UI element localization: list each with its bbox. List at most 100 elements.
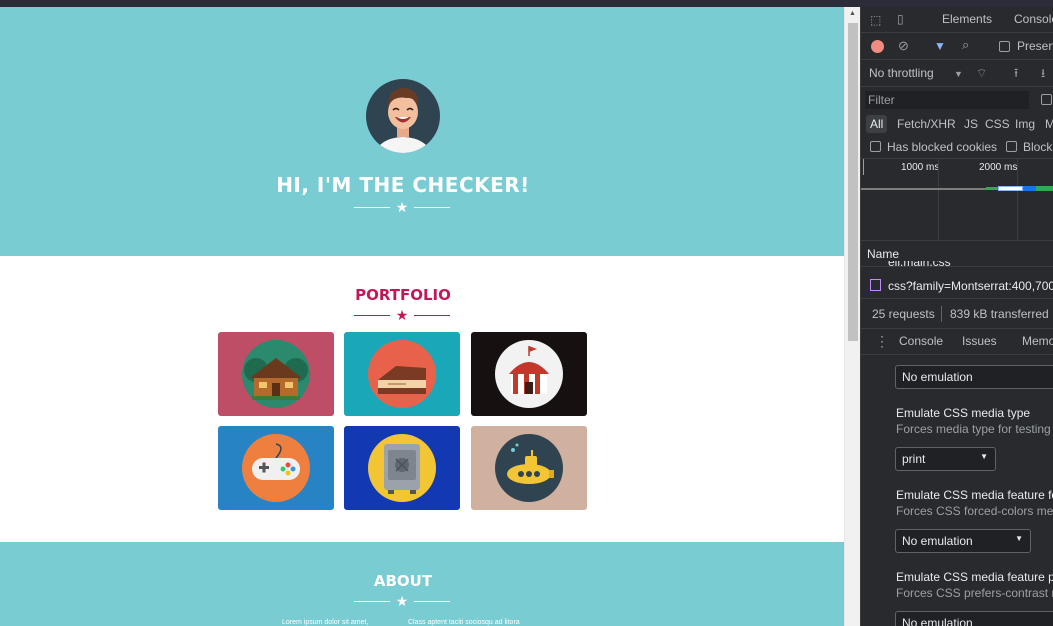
waterfall-bar (861, 188, 986, 190)
blocked-requests-label: Block (1023, 140, 1053, 154)
timeline-tick-1000: 1000 ms (901, 162, 940, 173)
type-js[interactable]: JS (964, 117, 978, 131)
clear-icon[interactable]: ⊘ (898, 39, 909, 53)
throttling-select[interactable]: No throttling (869, 66, 934, 80)
portfolio-tile-game-controller[interactable] (218, 426, 334, 510)
devtools-panel: ⬚ ▯ Elements Console ⊘ ▼ ⌕ Preserv No th… (860, 7, 1053, 626)
about-text-left: Lorem ipsum dolor sit amet, (282, 619, 369, 626)
type-css[interactable]: CSS (985, 117, 1010, 131)
hero-divider: ★ (354, 199, 450, 215)
type-media[interactable]: M (1045, 117, 1053, 131)
page-viewport: HI, I'M THE CHECKER! ★ PORTFOLIO ★ ABOUT… (0, 7, 844, 626)
blocked-filters: Has blocked cookies Block (861, 137, 1053, 159)
portfolio-tile-safe[interactable] (344, 426, 460, 510)
about-section: ABOUT ★ Lorem ipsum dolor sit amet, Clas… (0, 542, 844, 626)
device-toolbar-icon[interactable]: ▯ (897, 12, 904, 26)
about-text-right: Class aptent taciti sociosqu ad litora (408, 619, 520, 626)
tab-elements[interactable]: Elements (942, 12, 992, 26)
inspect-element-icon[interactable]: ⬚ (870, 13, 881, 27)
name-column-header[interactable]: Name (867, 247, 899, 261)
type-img[interactable]: Img (1015, 117, 1035, 131)
portfolio-tile-submarine[interactable] (471, 426, 587, 510)
request-name: css?family=Montserrat:400,700 (888, 279, 1053, 293)
drawer-tab-issues[interactable]: Issues (962, 334, 997, 348)
timeline-tick-2000: 2000 ms (979, 162, 1018, 173)
star-icon: ★ (395, 307, 409, 323)
request-row[interactable]: ell.main.css (861, 261, 1053, 273)
resource-type-filters: All Fetch/XHR JS CSS Img M (861, 113, 1053, 137)
waterfall-bar (998, 186, 1023, 191)
circus-tent-icon (509, 346, 549, 394)
drawer-tab-console[interactable]: Console (899, 334, 943, 348)
search-icon[interactable]: ⌕ (962, 38, 969, 52)
browser-top-strip (0, 0, 1053, 7)
filter-row: Filter (861, 87, 1053, 113)
log-cabin-icon (244, 358, 308, 400)
portfolio-tile-cake-slice[interactable] (344, 332, 460, 416)
cake-slice-icon (378, 366, 426, 394)
import-har-icon[interactable]: ⭱ (1014, 66, 1018, 80)
drawer-tabbar: ⋮ Console Issues Memo (861, 329, 1053, 355)
blocked-requests-checkbox[interactable] (1006, 141, 1017, 152)
game-controller-icon (252, 443, 300, 480)
export-har-icon[interactable]: ⭳ (1041, 66, 1045, 80)
prefers-contrast-select[interactable]: No emulation (895, 611, 1053, 626)
portfolio-tile-circus-tent[interactable] (471, 332, 587, 416)
record-button[interactable] (871, 40, 884, 53)
chevron-down-icon: ▼ (980, 452, 988, 461)
type-fetch-xhr[interactable]: Fetch/XHR (897, 117, 956, 131)
has-blocked-cookies-label: Has blocked cookies (887, 140, 998, 154)
hero-section: HI, I'M THE CHECKER! ★ (0, 7, 844, 256)
media-type-select[interactable]: print ▼ (895, 447, 996, 471)
filter-icon[interactable]: ▼ (934, 39, 946, 53)
about-title: ABOUT (373, 572, 433, 590)
has-blocked-cookies-checkbox[interactable] (870, 141, 881, 152)
forced-colors-label: Emulate CSS media feature for (896, 488, 1053, 502)
network-summary: 25 requests 839 kB transferred (861, 301, 1053, 329)
avatar-illustration (374, 88, 432, 153)
forced-colors-select[interactable]: No emulation ▼ (895, 529, 1031, 553)
hero-title: HI, I'M THE CHECKER! (276, 173, 530, 197)
select-value: No emulation (902, 534, 973, 548)
request-row[interactable]: css?family=Montserrat:400,700 (861, 273, 1053, 299)
network-conditions-icon[interactable]: ⌔ (976, 66, 987, 80)
devtools-tabbar: ⬚ ▯ Elements Console (861, 7, 1053, 33)
prefers-contrast-description: Forces CSS prefers-contrast m (896, 586, 1053, 600)
scrollbar-thumb[interactable] (848, 23, 858, 341)
portfolio-tile-log-cabin[interactable] (218, 332, 334, 416)
timeline-overview[interactable]: 1000 ms 2000 ms (861, 159, 1053, 241)
select-value: No emulation (902, 616, 973, 626)
tab-console[interactable]: Console (1014, 12, 1053, 26)
chevron-down-icon: ▼ (1015, 534, 1023, 543)
preserve-log-checkbox[interactable] (999, 41, 1010, 52)
waterfall-bar (986, 187, 998, 190)
star-icon: ★ (395, 199, 409, 215)
throttling-toolbar: No throttling ▼ ⌔ ⭱ ⭳ (861, 60, 1053, 87)
about-divider: ★ (354, 593, 450, 609)
select-value: No emulation (902, 370, 973, 384)
select-value: print (902, 452, 926, 466)
portfolio-section: PORTFOLIO ★ (0, 256, 844, 542)
filter-input[interactable]: Filter (865, 91, 1029, 109)
invert-checkbox[interactable] (1041, 94, 1052, 105)
media-type-description: Forces media type for testing p (896, 422, 1053, 436)
prefers-contrast-label: Emulate CSS media feature pre (896, 570, 1053, 584)
drawer-tab-memory[interactable]: Memo (1022, 334, 1053, 348)
stylesheet-icon (870, 279, 881, 291)
type-all[interactable]: All (866, 115, 888, 133)
chevron-down-icon[interactable]: ▼ (954, 67, 963, 81)
request-name: ell.main.css (888, 261, 951, 269)
network-toolbar: ⊘ ▼ ⌕ Preserv (861, 33, 1053, 60)
emulation-select-1[interactable]: No emulation (895, 365, 1053, 389)
portfolio-divider: ★ (354, 307, 450, 323)
scroll-up-arrow-icon[interactable]: ▲ (849, 10, 856, 17)
safe-icon (384, 444, 420, 494)
media-type-label: Emulate CSS media type (896, 406, 1031, 420)
page-scrollbar[interactable]: ▲ (844, 7, 860, 626)
forced-colors-description: Forces CSS forced-colors med (896, 504, 1053, 518)
request-count: 25 requests (872, 307, 935, 321)
star-icon: ★ (395, 593, 409, 609)
avatar (366, 79, 440, 153)
more-tools-icon[interactable]: ⋮ (875, 334, 889, 348)
waterfall-bar (1036, 186, 1053, 191)
